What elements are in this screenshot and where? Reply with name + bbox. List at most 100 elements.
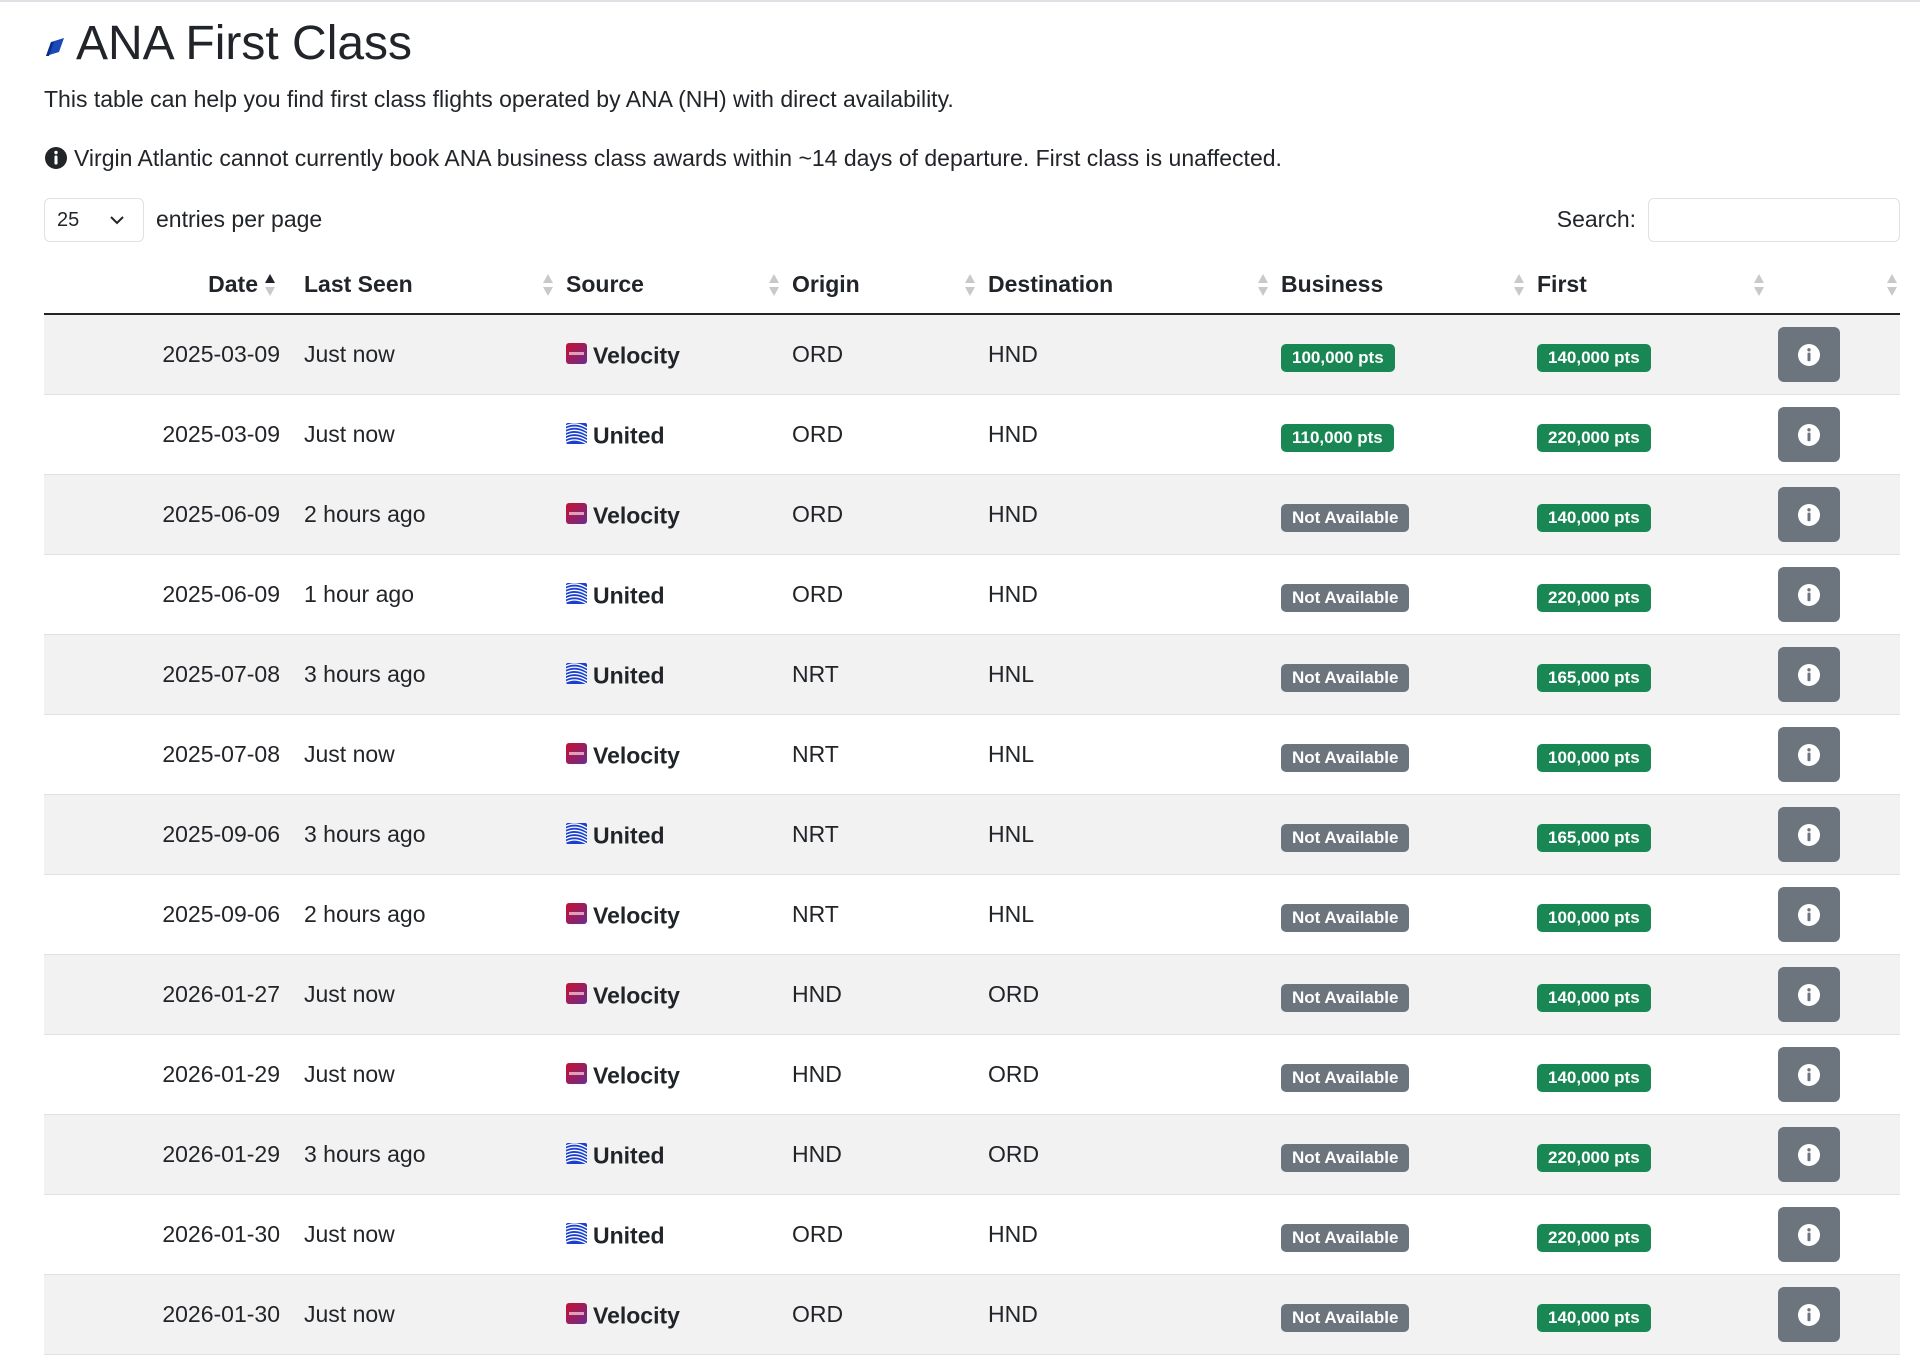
velocity-logo-icon bbox=[566, 983, 587, 1005]
not-available-badge: Not Available bbox=[1281, 743, 1410, 772]
cell-destination: ORD bbox=[988, 1141, 1040, 1167]
details-button[interactable] bbox=[1778, 1047, 1840, 1102]
cell-last-seen: Just now bbox=[304, 981, 395, 1007]
first-price-badge: 220,000 pts bbox=[1537, 1223, 1651, 1252]
cell-destination: HND bbox=[988, 581, 1038, 607]
first-price-badge: 165,000 pts bbox=[1537, 663, 1651, 692]
cell-source: Velocity bbox=[566, 715, 680, 794]
sort-icon[interactable] bbox=[264, 272, 276, 298]
details-button[interactable] bbox=[1778, 887, 1840, 942]
not-available-badge: Not Available bbox=[1281, 663, 1410, 692]
cell-destination: HND bbox=[988, 1221, 1038, 1247]
cell-destination: HNL bbox=[988, 661, 1035, 687]
details-button[interactable] bbox=[1778, 1207, 1840, 1262]
cell-first: 140,000 pts bbox=[1537, 1035, 1651, 1114]
cell-destination: HND bbox=[988, 501, 1038, 527]
column-header-origin[interactable]: Origin bbox=[792, 256, 988, 313]
column-header-action[interactable] bbox=[1777, 256, 1900, 313]
source-name: United bbox=[593, 1222, 665, 1249]
cell-destination: HNL bbox=[988, 741, 1035, 767]
column-header-business[interactable]: Business bbox=[1281, 256, 1537, 313]
column-header-date[interactable]: Date bbox=[44, 256, 280, 313]
cell-business: Not Available bbox=[1281, 555, 1410, 634]
cell-business: Not Available bbox=[1281, 1195, 1410, 1274]
cell-date: 2025-07-08 bbox=[162, 661, 280, 687]
table-row: 2026-01-30 Just now United ORD HND Not Availa… bbox=[44, 1195, 1900, 1275]
cell-business: Not Available bbox=[1281, 1035, 1410, 1114]
cell-first: 220,000 pts bbox=[1537, 1195, 1651, 1274]
details-button[interactable] bbox=[1778, 327, 1840, 382]
velocity-logo-icon bbox=[566, 743, 587, 765]
cell-last-seen: 3 hours ago bbox=[304, 1141, 426, 1167]
details-button[interactable] bbox=[1778, 1127, 1840, 1182]
info-icon bbox=[1798, 903, 1820, 926]
cell-last-seen: Just now bbox=[304, 1061, 395, 1087]
cell-business: Not Available bbox=[1281, 875, 1410, 954]
cell-business: Not Available bbox=[1281, 955, 1410, 1034]
notice-text: Virgin Atlantic cannot currently book AN… bbox=[74, 145, 1282, 171]
cell-business: 100,000 pts bbox=[1281, 315, 1395, 394]
cell-date: 2026-01-27 bbox=[162, 981, 280, 1007]
info-icon bbox=[1798, 1143, 1820, 1166]
cell-business: Not Available bbox=[1281, 475, 1410, 554]
column-header-destination[interactable]: Destination bbox=[988, 256, 1281, 313]
cell-first: 140,000 pts bbox=[1537, 475, 1651, 554]
details-button[interactable] bbox=[1778, 407, 1840, 462]
sort-icon[interactable] bbox=[768, 272, 780, 298]
details-button[interactable] bbox=[1778, 487, 1840, 542]
not-available-badge: Not Available bbox=[1281, 903, 1410, 932]
info-icon bbox=[1798, 1063, 1820, 1086]
details-button[interactable] bbox=[1778, 1287, 1840, 1342]
united-globe-icon bbox=[566, 1223, 587, 1245]
details-button[interactable] bbox=[1778, 727, 1840, 782]
cell-source: United bbox=[566, 555, 665, 634]
cell-source: Velocity bbox=[566, 1035, 680, 1114]
column-header-label: Source bbox=[566, 271, 644, 297]
not-available-badge: Not Available bbox=[1281, 823, 1410, 852]
sort-icon[interactable] bbox=[964, 272, 976, 298]
cell-last-seen: 3 hours ago bbox=[304, 821, 426, 847]
cell-origin: HND bbox=[792, 981, 842, 1007]
chevron-down-icon bbox=[110, 216, 124, 225]
cell-first: 100,000 pts bbox=[1537, 715, 1651, 794]
details-button[interactable] bbox=[1778, 647, 1840, 702]
flights-table: Date Last Seen Source Origin Destination Busi… bbox=[44, 256, 1900, 1355]
cell-business: Not Available bbox=[1281, 635, 1410, 714]
cell-last-seen: Just now bbox=[304, 421, 395, 447]
details-button[interactable] bbox=[1778, 567, 1840, 622]
details-button[interactable] bbox=[1778, 807, 1840, 862]
sort-icon[interactable] bbox=[1257, 272, 1269, 298]
info-icon bbox=[1798, 983, 1820, 1006]
cell-source: Velocity bbox=[566, 315, 680, 394]
search-input[interactable] bbox=[1648, 198, 1900, 242]
cell-first: 100,000 pts bbox=[1537, 875, 1651, 954]
details-button[interactable] bbox=[1778, 967, 1840, 1022]
cell-destination: HND bbox=[988, 341, 1038, 367]
cell-destination: ORD bbox=[988, 981, 1040, 1007]
sort-icon[interactable] bbox=[542, 272, 554, 298]
cell-first: 140,000 pts bbox=[1537, 1275, 1651, 1354]
first-price-badge: 140,000 pts bbox=[1537, 1303, 1651, 1332]
column-header-label: Business bbox=[1281, 271, 1384, 297]
cell-first: 220,000 pts bbox=[1537, 1115, 1651, 1194]
united-globe-icon bbox=[566, 663, 587, 685]
sort-icon[interactable] bbox=[1886, 272, 1898, 298]
business-price-badge: 100,000 pts bbox=[1281, 343, 1395, 372]
cell-origin: NRT bbox=[792, 741, 839, 767]
cell-business: Not Available bbox=[1281, 795, 1410, 874]
cell-source: Velocity bbox=[566, 875, 680, 954]
cell-origin: NRT bbox=[792, 821, 839, 847]
sort-icon[interactable] bbox=[1753, 272, 1765, 298]
united-globe-icon bbox=[566, 423, 587, 445]
column-header-source[interactable]: Source bbox=[566, 256, 792, 313]
column-header-first[interactable]: First bbox=[1537, 256, 1777, 313]
column-header-label: Destination bbox=[988, 271, 1114, 297]
column-header-last-seen[interactable]: Last Seen bbox=[304, 256, 566, 313]
cell-source: Velocity bbox=[566, 955, 680, 1034]
cell-last-seen: 3 hours ago bbox=[304, 661, 426, 687]
entries-per-page-value: 25 bbox=[57, 208, 80, 231]
cell-origin: HND bbox=[792, 1061, 842, 1087]
entries-per-page-select[interactable]: 25 bbox=[44, 198, 144, 242]
sort-icon[interactable] bbox=[1513, 272, 1525, 298]
source-name: Velocity bbox=[593, 902, 680, 929]
